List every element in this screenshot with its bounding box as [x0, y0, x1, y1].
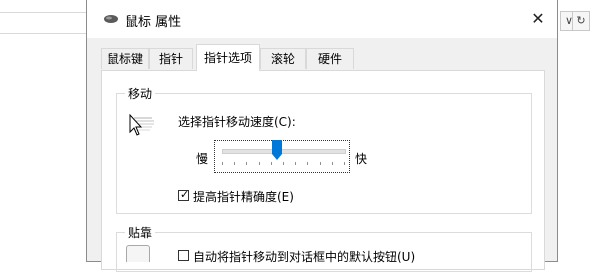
title-bar: 鼠标 属性 ✕ — [87, 0, 557, 38]
slider-tick — [319, 162, 321, 165]
precision-checkbox[interactable]: ✓ — [178, 188, 190, 201]
speed-label: 选择指针移动速度(C): — [178, 115, 296, 129]
slider-tick — [331, 162, 333, 165]
slider-tick — [270, 162, 272, 165]
snap-group-label: 贴靠 — [125, 224, 156, 241]
slider-tick — [307, 162, 309, 165]
slider-tick — [234, 162, 236, 165]
check-icon: ✓ — [180, 188, 190, 201]
precision-label[interactable]: 提高指针精确度(E) — [193, 188, 294, 205]
refresh-icon[interactable]: ↻ — [572, 11, 590, 31]
mouse-icon — [104, 15, 118, 23]
background-right-strip — [560, 0, 600, 262]
snap-checkbox[interactable] — [178, 250, 189, 261]
slider-tick — [258, 162, 260, 165]
tab-pointer-options[interactable]: 指针选项 — [196, 44, 260, 71]
tab-mouse-buttons[interactable]: 鼠标键 — [101, 48, 149, 69]
dialog-title: 鼠标 属性 — [125, 15, 182, 30]
speed-slider-focus — [214, 140, 350, 173]
pointer-motion-icon — [129, 114, 154, 136]
motion-group-label: 移动 — [125, 85, 156, 102]
fast-label: 快 — [355, 152, 368, 166]
snap-to-icon — [126, 245, 150, 262]
slider-tick — [246, 162, 248, 165]
speed-slider-track[interactable] — [222, 149, 346, 154]
slider-tick — [222, 162, 223, 165]
close-icon[interactable]: ✕ — [523, 4, 553, 34]
tab-pointers[interactable]: 指针 — [149, 48, 193, 69]
slider-tick — [344, 162, 345, 165]
background-address-bar — [0, 12, 86, 34]
speed-slider-thumb[interactable] — [271, 140, 282, 160]
tab-wheel[interactable]: 滚轮 — [260, 48, 306, 69]
slow-label: 慢 — [196, 152, 209, 166]
snap-label[interactable]: 自动将指针移动到对话框中的默认按钮(U) — [193, 248, 415, 265]
slider-tick — [283, 162, 284, 165]
slider-tick — [295, 162, 297, 165]
tab-hardware[interactable]: 硬件 — [306, 48, 354, 69]
